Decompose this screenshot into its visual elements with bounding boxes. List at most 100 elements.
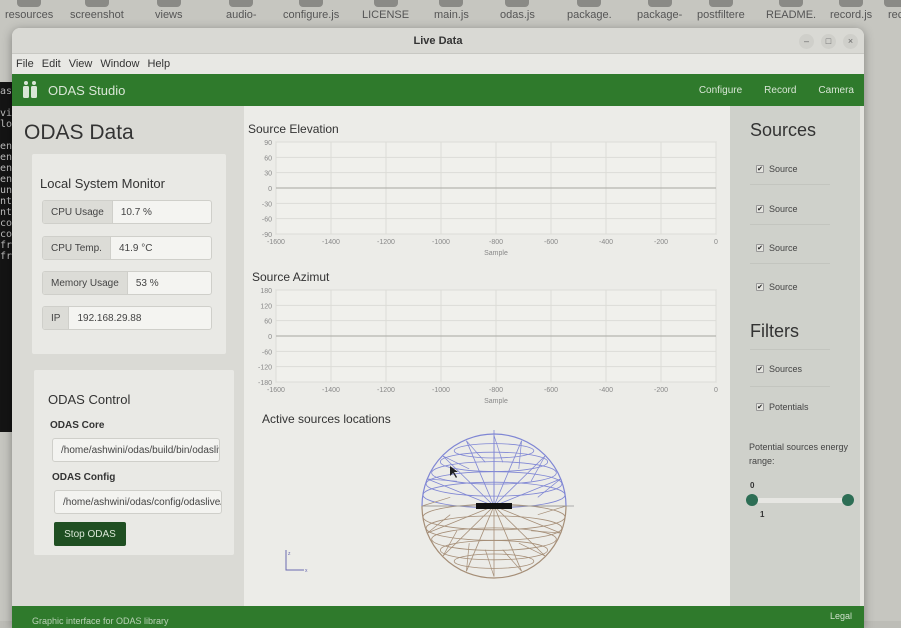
menu-edit[interactable]: Edit: [42, 58, 61, 70]
energy-range-slider[interactable]: [752, 498, 848, 503]
energy-range-label: Potential sources energy range:: [749, 442, 849, 466]
legal-link[interactable]: Legal: [830, 611, 852, 621]
memory-usage-value: 53 %: [135, 277, 159, 289]
menu-view[interactable]: View: [69, 58, 93, 70]
checkbox-checked-icon[interactable]: ✔: [756, 403, 764, 411]
menu-help[interactable]: Help: [147, 58, 170, 70]
x-tick-label: 0: [714, 387, 718, 394]
desktop-file-label: odas.js: [500, 9, 535, 21]
nav-camera[interactable]: Camera: [818, 85, 854, 96]
file-icon: [17, 0, 42, 7]
odas-config-input[interactable]: /home/ashwini/odas/config/odaslive/respe…: [54, 490, 222, 514]
checkbox-checked-icon[interactable]: ✔: [756, 244, 764, 252]
ip-value: 192.168.29.88: [77, 312, 142, 324]
desktop-file[interactable]: LICENSE: [362, 0, 410, 21]
x-tick-label: -1200: [377, 387, 395, 394]
close-button[interactable]: ×: [843, 34, 858, 49]
x-tick-label: -1000: [432, 387, 450, 394]
source-toggle-4[interactable]: ✔ Source: [756, 282, 798, 292]
desktop-file[interactable]: resources: [5, 0, 53, 21]
left-panel: ODAS Data Local System Monitor CPU Usage…: [12, 106, 244, 606]
stop-odas-button[interactable]: Stop ODAS: [54, 522, 126, 546]
desktop-file-label: main.js: [434, 9, 469, 21]
filter-potentials-label: Potentials: [769, 402, 809, 412]
desktop-file-label: screenshot: [70, 9, 124, 21]
odas-logo-icon: [23, 81, 37, 98]
x-tick-label: -1600: [267, 239, 285, 246]
maximize-button[interactable]: □: [821, 34, 836, 49]
desktop-file[interactable]: package.: [567, 0, 612, 21]
file-icon: [505, 0, 530, 7]
nav-record[interactable]: Record: [764, 85, 796, 96]
x-tick-label: -1000: [432, 239, 450, 246]
cpu-usage-label: CPU Usage: [43, 201, 113, 223]
sources-sphere-view[interactable]: [404, 424, 584, 584]
desktop-file[interactable]: screenshot: [70, 0, 124, 21]
divider: [750, 184, 830, 185]
desktop-file[interactable]: record.js: [830, 0, 873, 21]
menu-window[interactable]: Window: [100, 58, 139, 70]
desktop-file[interactable]: audio-: [226, 0, 257, 21]
desktop-file-label: package.: [567, 9, 612, 21]
file-icon: [577, 0, 602, 7]
file-icon: [708, 0, 733, 7]
filter-sources-label: Sources: [769, 364, 803, 374]
system-monitor-card: Local System Monitor CPU Usage 10.7 % CP…: [32, 154, 226, 354]
menu-file[interactable]: File: [16, 58, 34, 70]
file-icon: [373, 0, 398, 7]
desktop-file-label: views: [155, 9, 183, 21]
y-tick-label: -90: [262, 232, 272, 239]
file-icon: [647, 0, 672, 7]
x-axis-label: Sample: [484, 398, 508, 405]
desktop-file-label: audio-: [226, 9, 257, 21]
cpu-temp-label: CPU Temp.: [43, 237, 111, 259]
desktop-file-label: LICENSE: [362, 9, 410, 21]
desktop-file-label: README.: [766, 9, 817, 21]
desktop-file-label: postfiltere: [697, 9, 745, 21]
desktop-file[interactable]: package-: [637, 0, 682, 21]
desktop-file[interactable]: main.js: [434, 0, 469, 21]
memory-usage-label: Memory Usage: [43, 272, 128, 294]
checkbox-checked-icon[interactable]: ✔: [756, 283, 764, 291]
y-tick-label: -60: [262, 217, 272, 224]
brand[interactable]: ODAS Studio: [20, 80, 125, 100]
desktop-file[interactable]: odas.js: [500, 0, 535, 21]
filters-heading: Filters: [750, 321, 799, 341]
checkbox-checked-icon[interactable]: ✔: [756, 205, 764, 213]
axis-x-label: x: [305, 568, 308, 574]
nav-configure[interactable]: Configure: [699, 85, 742, 96]
minimize-button[interactable]: –: [799, 34, 814, 49]
divider: [750, 224, 830, 225]
mouse-cursor-icon: [450, 466, 458, 478]
desktop-file[interactable]: views: [155, 0, 183, 21]
source-toggle-3[interactable]: ✔ Source: [756, 243, 798, 253]
range-max-value: 1: [760, 510, 765, 519]
filter-sources-toggle[interactable]: ✔ Sources: [756, 364, 802, 374]
x-tick-label: -200: [654, 239, 668, 246]
range-low-handle[interactable]: [746, 494, 758, 506]
y-tick-label: 0: [268, 186, 272, 193]
source-toggle-1[interactable]: ✔ Source: [756, 164, 798, 174]
source-toggle-2[interactable]: ✔ Source: [756, 204, 798, 214]
odas-core-input[interactable]: /home/ashwini/odas/build/bin/odaslive: [52, 438, 220, 462]
range-high-handle[interactable]: [842, 494, 854, 506]
desktop-file[interactable]: rec: [883, 0, 901, 21]
checkbox-checked-icon[interactable]: ✔: [756, 365, 764, 373]
y-tick-label: -30: [262, 201, 272, 208]
y-tick-label: 30: [264, 171, 272, 178]
menu-bar: File Edit View Window Help: [12, 54, 864, 74]
checkbox-checked-icon[interactable]: ✔: [756, 165, 764, 173]
desktop-file[interactable]: README.: [766, 0, 817, 21]
file-icon: [84, 0, 109, 7]
x-tick-label: -1400: [322, 387, 340, 394]
file-icon: [779, 0, 804, 7]
desktop: resources screenshot views audio-configure.…: [0, 0, 901, 628]
desktop-file-label: record.js: [830, 9, 873, 21]
desktop-file[interactable]: configure.js: [283, 0, 339, 21]
elevation-chart-title: Source Elevation: [248, 122, 339, 136]
odas-config-label: ODAS Config: [52, 472, 116, 483]
desktop-file[interactable]: postfiltere: [697, 0, 745, 21]
y-tick-label: 60: [264, 155, 272, 162]
divider: [750, 386, 830, 387]
filter-potentials-toggle[interactable]: ✔ Potentials: [756, 402, 809, 412]
